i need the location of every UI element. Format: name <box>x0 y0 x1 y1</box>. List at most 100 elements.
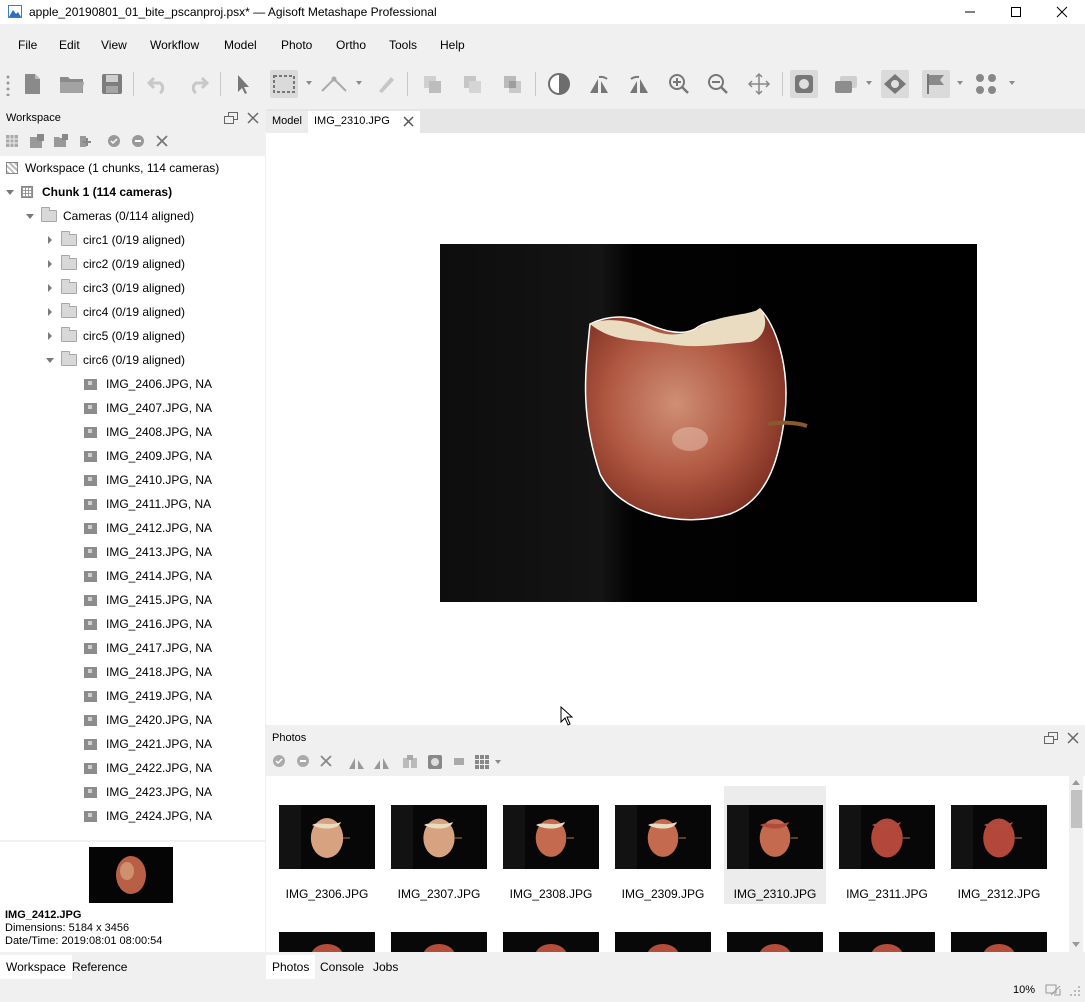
add-folder-icon[interactable] <box>53 134 69 149</box>
add-photos-icon[interactable] <box>29 134 45 149</box>
photo-thumbnail-item[interactable]: IMG_2310.JPG <box>724 786 826 904</box>
collapse-icon[interactable] <box>25 211 35 221</box>
tree-image-item[interactable]: IMG_2411.JPG, NA <box>84 492 211 516</box>
rotate-right-icon[interactable] <box>348 754 366 770</box>
more-tools-button[interactable] <box>972 70 1000 98</box>
menu-tools[interactable]: Tools <box>389 38 417 52</box>
apple-photo[interactable] <box>440 244 977 602</box>
menu-file[interactable]: File <box>18 38 37 52</box>
view-mode-grid-icon[interactable] <box>474 754 490 770</box>
undo-button[interactable] <box>144 70 172 98</box>
expand-icon[interactable] <box>45 283 55 293</box>
disable-icon[interactable] <box>296 754 310 768</box>
menu-help[interactable]: Help <box>440 38 465 52</box>
disable-icon[interactable] <box>131 134 145 148</box>
remove-icon[interactable] <box>156 135 168 147</box>
expand-icon[interactable] <box>45 307 55 317</box>
menu-model[interactable]: Model <box>224 38 257 52</box>
photo-thumbnail-partial[interactable] <box>615 932 711 952</box>
resize-grip-icon[interactable] <box>1068 984 1082 998</box>
add-camera-button[interactable] <box>418 70 446 98</box>
reset-view-button[interactable] <box>745 70 773 98</box>
rectangle-selection-button[interactable] <box>270 70 298 98</box>
merge-button[interactable] <box>498 70 526 98</box>
remove-icon[interactable] <box>320 755 332 767</box>
expand-icon[interactable] <box>45 331 55 341</box>
tree-image-item[interactable]: IMG_2408.JPG, NA <box>84 420 212 444</box>
tree-image-item[interactable]: IMG_2409.JPG, NA <box>84 444 212 468</box>
menu-edit[interactable]: Edit <box>59 38 80 52</box>
add-marker-icon[interactable] <box>78 134 92 149</box>
tree-image-item[interactable]: IMG_2412.JPG, NA <box>84 516 212 540</box>
tree-workspace-root[interactable]: Workspace (1 chunks, 114 cameras) <box>6 156 219 180</box>
photo-thumbnail-item[interactable]: IMG_2311.JPG <box>836 786 938 904</box>
menu-view[interactable]: View <box>101 38 127 52</box>
menu-photo[interactable]: Photo <box>281 38 312 52</box>
photo-thumbnail-partial[interactable] <box>279 932 375 952</box>
contrast-button[interactable] <box>545 70 573 98</box>
photo-thumbnail-item[interactable]: IMG_2309.JPG <box>612 786 714 904</box>
tree-group-circ6[interactable]: circ6 (0/19 aligned) <box>45 348 185 372</box>
mask-icon[interactable] <box>427 754 443 770</box>
tab-workspace[interactable]: Workspace <box>0 955 72 979</box>
scrollbar-thumb[interactable] <box>1071 790 1082 828</box>
tree-image-item[interactable]: IMG_2414.JPG, NA <box>84 564 212 588</box>
tree-image-item[interactable]: IMG_2417.JPG, NA <box>84 636 212 660</box>
duplicate-button[interactable] <box>458 70 486 98</box>
photo-thumbnail-item[interactable]: IMG_2312.JPG <box>948 786 1050 904</box>
add-chunk-icon[interactable] <box>5 134 20 149</box>
open-project-button[interactable] <box>58 70 86 98</box>
photo-thumbnail-item[interactable]: IMG_2306.JPG <box>276 786 378 904</box>
tree-image-item[interactable]: IMG_2420.JPG, NA <box>84 708 212 732</box>
magic-wand-button[interactable] <box>881 70 909 98</box>
photos-scrollbar[interactable] <box>1069 776 1083 952</box>
tree-image-item[interactable]: IMG_2416.JPG, NA <box>84 612 212 636</box>
tab-console[interactable]: Console <box>314 955 370 979</box>
close-panel-icon[interactable] <box>247 112 259 124</box>
tree-image-item[interactable]: IMG_2410.JPG, NA <box>84 468 212 492</box>
zoom-in-button[interactable] <box>665 70 693 98</box>
shapes-button[interactable] <box>832 70 860 98</box>
close-tab-icon[interactable] <box>403 116 414 127</box>
view-mode-dropdown-arrow[interactable] <box>495 760 501 764</box>
tree-image-item[interactable]: IMG_2413.JPG, NA <box>84 540 212 564</box>
tree-cameras[interactable]: Cameras (0/114 aligned) <box>25 204 194 228</box>
photo-thumbnail-partial[interactable] <box>503 932 599 952</box>
workspace-tree[interactable]: Workspace (1 chunks, 114 cameras) Chunk … <box>0 156 265 840</box>
rotate-left-icon[interactable] <box>372 754 390 770</box>
tab-model[interactable]: Model <box>266 111 308 133</box>
close-window-button[interactable] <box>1039 0 1085 24</box>
menu-ortho[interactable]: Ortho <box>336 38 366 52</box>
more-tools-dropdown-arrow[interactable] <box>1009 81 1015 85</box>
new-project-button[interactable] <box>18 70 46 98</box>
tree-image-item[interactable]: IMG_2419.JPG, NA <box>84 684 212 708</box>
tree-image-item[interactable]: IMG_2422.JPG, NA <box>84 756 212 780</box>
minimize-button[interactable] <box>947 0 993 24</box>
photo-thumbnail-item[interactable]: IMG_2307.JPG <box>388 786 490 904</box>
markers-dropdown-arrow[interactable] <box>957 81 963 85</box>
tree-group-circ2[interactable]: circ2 (0/19 aligned) <box>45 252 185 276</box>
markers-button[interactable] <box>922 70 950 98</box>
photo-thumbnail-partial[interactable] <box>727 932 823 952</box>
photo-thumbnail-partial[interactable] <box>951 932 1047 952</box>
scroll-down-arrow[interactable] <box>1072 942 1080 947</box>
draw-tool-button[interactable] <box>372 70 400 98</box>
small-square-icon[interactable] <box>453 757 465 767</box>
tab-jobs[interactable]: Jobs <box>367 955 404 979</box>
tree-group-circ5[interactable]: circ5 (0/19 aligned) <box>45 324 185 348</box>
tree-image-item[interactable]: IMG_2421.JPG, NA <box>84 732 212 756</box>
shapes-dropdown-arrow[interactable] <box>866 81 872 85</box>
rotate-left-button[interactable] <box>625 70 653 98</box>
tree-image-item[interactable]: IMG_2415.JPG, NA <box>84 588 212 612</box>
tree-group-circ4[interactable]: circ4 (0/19 aligned) <box>45 300 185 324</box>
photo-thumbnail-partial[interactable] <box>391 932 487 952</box>
collapse-icon[interactable] <box>45 355 55 365</box>
filter-icon[interactable] <box>402 754 418 770</box>
zoom-out-button[interactable] <box>704 70 732 98</box>
tree-image-item[interactable]: IMG_2407.JPG, NA <box>84 396 212 420</box>
undock-icon[interactable] <box>224 112 238 124</box>
undock-icon[interactable] <box>1044 732 1058 744</box>
save-project-button[interactable] <box>98 70 126 98</box>
maximize-button[interactable] <box>993 0 1039 24</box>
rotate-right-button[interactable] <box>585 70 613 98</box>
